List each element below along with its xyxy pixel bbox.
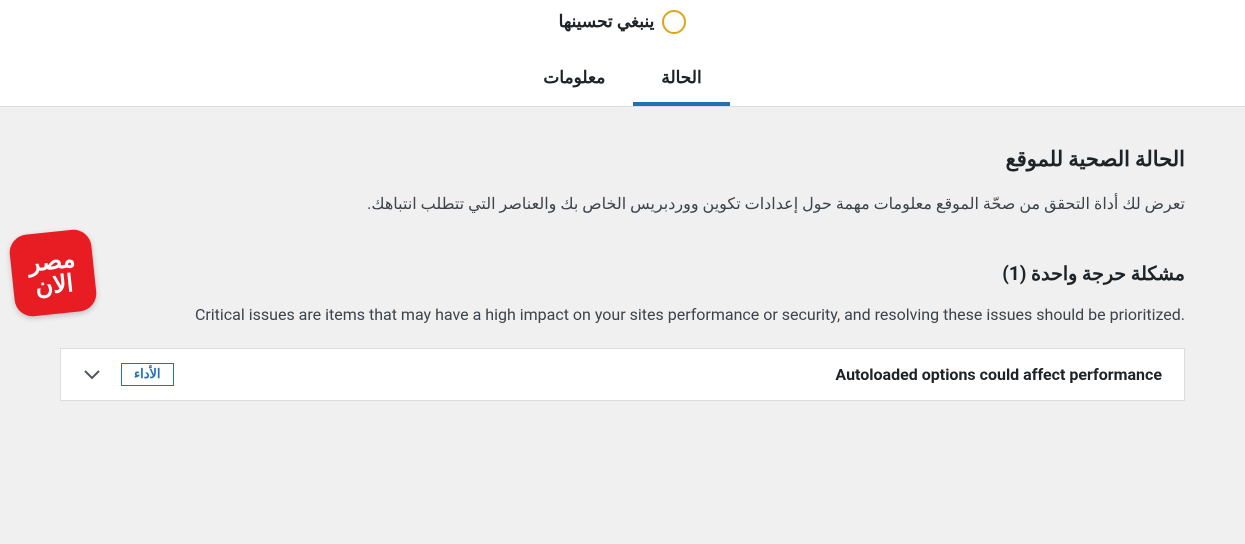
issue-row[interactable]: الأداء Autoloaded options could affect p… — [60, 348, 1185, 401]
status-circle-icon — [662, 10, 686, 34]
status-indicator: ينبغي تحسينها — [0, 10, 1245, 34]
issue-category-badge: الأداء — [121, 363, 174, 386]
tabs-nav: الحالة معلومات — [0, 54, 1245, 107]
critical-issues-title: مشكلة حرجة واحدة (1) — [60, 262, 1185, 285]
site-health-description: تعرض لك أداة التحقق من صحّة الموقع معلوم… — [60, 190, 1185, 217]
tab-status[interactable]: الحالة — [633, 54, 729, 106]
logo-line-2: الان — [34, 271, 74, 299]
site-logo-badge: مصر الان — [8, 228, 98, 318]
main-content: الحالة الصحية للموقع تعرض لك أداة التحقق… — [0, 107, 1245, 421]
status-header: ينبغي تحسينها الحالة معلومات — [0, 0, 1245, 107]
chevron-down-icon — [83, 366, 101, 384]
issue-title: Autoloaded options could affect performa… — [835, 365, 1162, 384]
critical-issues-description: Critical issues are items that may have … — [60, 301, 1185, 328]
site-health-title: الحالة الصحية للموقع — [60, 147, 1185, 172]
issue-left-group: الأداء — [83, 363, 174, 386]
status-label: ينبغي تحسينها — [559, 12, 655, 32]
tab-info[interactable]: معلومات — [515, 54, 633, 106]
